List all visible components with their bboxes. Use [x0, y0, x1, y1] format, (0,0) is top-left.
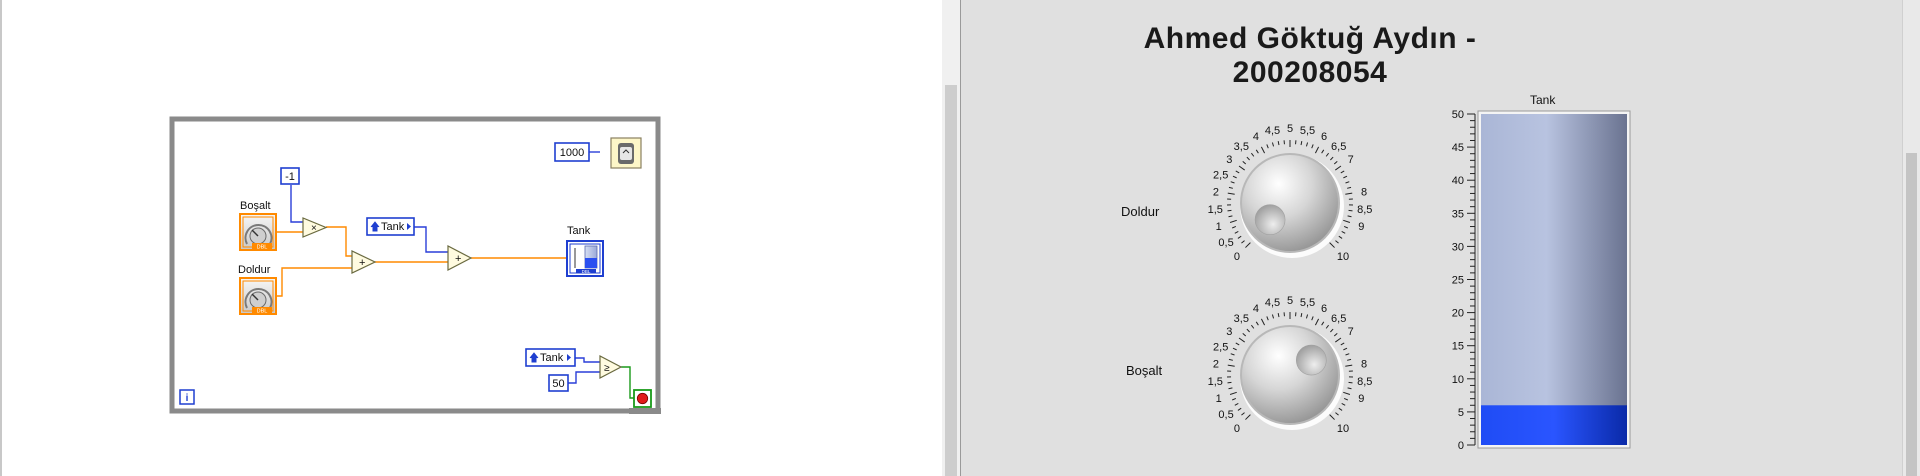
front-panel-title: Ahmed Göktuğ Aydın - 200208054 — [1143, 22, 1477, 89]
add-node[interactable]: + — [351, 250, 377, 274]
wire-tank-local — [414, 226, 448, 253]
doldur-knob-label: Doldur — [1121, 204, 1160, 219]
wire-multiply-out — [326, 226, 352, 257]
wire-doldur — [276, 267, 352, 297]
wait-constant[interactable]: 1000 — [554, 142, 590, 162]
tank-local-variable-name: Tank — [381, 221, 405, 233]
multiply-node[interactable]: × — [302, 217, 328, 238]
doldur-knob-terminal[interactable]: DBL — [239, 277, 277, 315]
constant-minus-one[interactable]: -1 — [280, 167, 300, 185]
bosalt-knob-terminal[interactable]: DBL — [239, 213, 277, 251]
block-diagram-window: i -1 Boşalt DBL Doldur DBL × + Tank + Ta… — [0, 0, 942, 476]
wire-minus-one — [290, 185, 303, 223]
wire-fifty — [568, 371, 600, 384]
block-diagram-canvas: i -1 Boşalt DBL Doldur DBL × + Tank + Ta… — [169, 116, 661, 414]
limit-constant-value: 50 — [552, 378, 564, 390]
front-panel-scrollbar-thumb[interactable] — [1906, 153, 1917, 476]
block-diagram-scrollbar-thumb[interactable] — [945, 85, 957, 476]
doldur-terminal-type: DBL — [257, 309, 268, 315]
wire-compare-out — [621, 366, 634, 399]
tank-local-variable-2[interactable]: Tank — [525, 348, 576, 367]
tank-terminal-label: Tank — [567, 225, 591, 237]
iteration-terminal[interactable]: i — [179, 389, 195, 405]
iteration-terminal-label: i — [186, 393, 189, 404]
constant-minus-one-value: -1 — [285, 171, 295, 183]
tank-local-variable[interactable]: Tank — [366, 217, 415, 236]
doldur-terminal-label: Doldur — [238, 264, 271, 276]
bosalt-knob-label: Boşalt — [1126, 363, 1163, 378]
add-symbol: + — [359, 257, 365, 269]
wait-ms-function[interactable] — [610, 137, 642, 169]
add-2-symbol: + — [455, 253, 461, 265]
bosalt-terminal-type: DBL — [257, 245, 268, 251]
tank-local-variable-2-name: Tank — [540, 352, 564, 364]
add-node-2[interactable]: + — [447, 245, 473, 271]
bosalt-terminal-label: Boşalt — [240, 200, 271, 212]
wire-tank-local-2 — [575, 357, 600, 363]
wait-constant-value: 1000 — [560, 147, 584, 159]
tank-indicator-terminal[interactable]: DBL — [566, 240, 604, 277]
loop-condition-stop[interactable] — [633, 389, 652, 408]
greater-or-equal-node[interactable]: ≥ — [599, 355, 623, 379]
limit-constant[interactable]: 50 — [548, 374, 569, 392]
tank-indicator-label: Tank — [1530, 93, 1556, 107]
multiply-symbol: × — [311, 223, 317, 234]
tank-terminal-type: DBL — [582, 269, 591, 274]
compare-symbol: ≥ — [604, 363, 610, 374]
